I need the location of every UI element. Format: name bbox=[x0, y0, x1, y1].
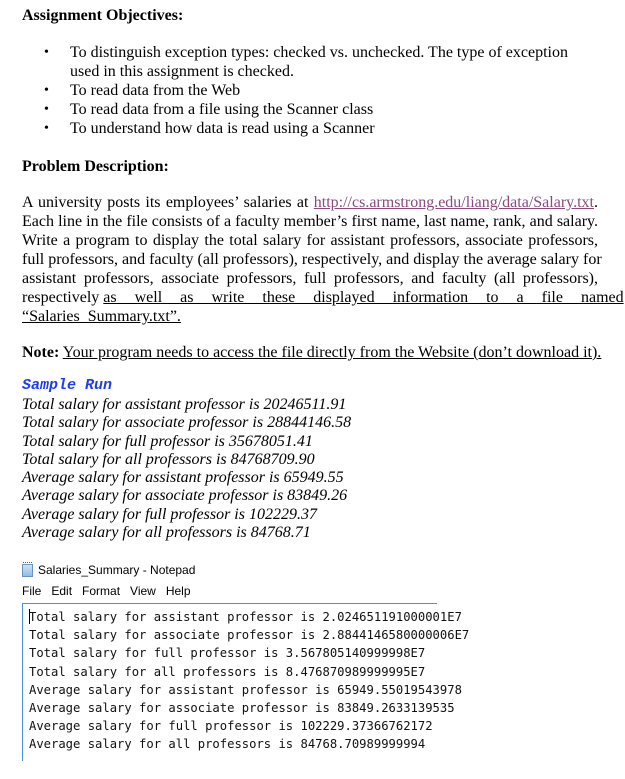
bullet-icon: • bbox=[44, 121, 49, 136]
sample-run-line: Average salary for assistant professor i… bbox=[22, 469, 344, 487]
sample-run-line: Average salary for full professor is 102… bbox=[22, 505, 317, 523]
problem-line: assistant professors, associate professo… bbox=[22, 270, 598, 287]
notepad-window-title: Salaries_Summary - Notepad bbox=[38, 563, 196, 577]
menu-file[interactable]: File bbox=[22, 584, 41, 598]
notepad-line: Average salary for assistant professor i… bbox=[29, 682, 462, 697]
note-label: Note: bbox=[22, 344, 60, 361]
note-text: Your program needs to access the file di… bbox=[62, 344, 602, 361]
notepad-line: Total salary for associate professor is … bbox=[29, 628, 470, 643]
notepad-menubar: File Edit Format View Help bbox=[22, 584, 191, 598]
sample-run-line: Average salary for associate professor i… bbox=[22, 487, 348, 505]
problem-heading: Problem Description: bbox=[22, 158, 169, 175]
objective-text: To distinguish exception types: checked … bbox=[70, 44, 568, 61]
bullet-icon: • bbox=[44, 102, 49, 117]
sample-run-line: Total salary for associate professor is … bbox=[22, 414, 352, 432]
menu-help[interactable]: Help bbox=[166, 584, 191, 598]
objective-item: • To read data from a file using the Scan… bbox=[22, 100, 582, 119]
sample-run-line: Total salary for all professors is 84768… bbox=[22, 450, 315, 468]
problem-line: Each line in the file consists of a facu… bbox=[22, 213, 598, 230]
bullet-icon: • bbox=[44, 45, 49, 60]
problem-line: A university posts its employees’ salari… bbox=[22, 193, 598, 212]
problem-description: A university posts its employees’ salari… bbox=[22, 193, 624, 326]
menu-edit[interactable]: Edit bbox=[51, 584, 72, 598]
problem-text: respectively bbox=[22, 289, 104, 306]
notepad-text-area[interactable]: Total salary for assistant professor is … bbox=[22, 603, 470, 761]
sample-run-title: Sample Run bbox=[22, 377, 113, 394]
notepad-line: Total salary for full professor is 3.567… bbox=[29, 646, 426, 661]
sample-run-line: Total salary for full professor is 35678… bbox=[22, 432, 313, 450]
objective-text: To understand how data is read using a S… bbox=[70, 120, 375, 137]
menu-format[interactable]: Format bbox=[82, 584, 120, 598]
sample-run-output: Total salary for assistant professor is … bbox=[22, 396, 351, 542]
notepad-titlebar: Salaries_Summary - Notepad bbox=[22, 561, 196, 577]
bullet-icon: • bbox=[44, 83, 49, 98]
objectives-heading: Assignment Objectives: bbox=[22, 7, 184, 24]
objective-item: • To distinguish exception types: checked… bbox=[22, 43, 582, 81]
salary-data-link[interactable]: http://cs.armstrong.edu/liang/data/Salar… bbox=[314, 194, 594, 211]
problem-text: A university posts its employees’ salari… bbox=[22, 194, 314, 211]
note: Note: Your program needs to access the f… bbox=[22, 343, 612, 362]
objective-text: To read data from the Web bbox=[70, 82, 241, 99]
menu-view[interactable]: View bbox=[130, 584, 156, 598]
output-filename: “Salaries_Summary.txt”. bbox=[22, 308, 181, 325]
underlined-requirement: as well as write these displayed informa… bbox=[103, 289, 624, 306]
notepad-line: Average salary for all professors is 847… bbox=[29, 737, 426, 752]
sample-run-line: Total salary for assistant professor is … bbox=[22, 396, 347, 413]
notepad-line: Average salary for full professor is 102… bbox=[29, 719, 433, 734]
notepad-line: Total salary for all professors is 8.476… bbox=[29, 664, 426, 679]
text-caret bbox=[29, 609, 30, 624]
notepad-icon bbox=[22, 561, 33, 577]
problem-line: respectively as well as write these disp… bbox=[22, 288, 624, 307]
sample-run-line: Average salary for all professors is 847… bbox=[22, 524, 311, 542]
problem-line: Write a program to display the total sal… bbox=[22, 232, 598, 249]
objective-text: To read data from a file using the Scann… bbox=[70, 101, 374, 118]
problem-line: full professors, and faculty (all profes… bbox=[22, 251, 602, 268]
objective-item: • To read data from the Web bbox=[22, 81, 582, 100]
notepad-line: Average salary for associate professor i… bbox=[29, 701, 455, 716]
notepad-line: Total salary for assistant professor is … bbox=[29, 610, 462, 624]
objective-text-continued: used in this assignment is checked. bbox=[70, 63, 294, 80]
objectives-list: • To distinguish exception types: checked… bbox=[22, 43, 582, 138]
problem-text: . bbox=[594, 194, 598, 211]
objective-item: • To understand how data is read using a … bbox=[22, 119, 582, 138]
